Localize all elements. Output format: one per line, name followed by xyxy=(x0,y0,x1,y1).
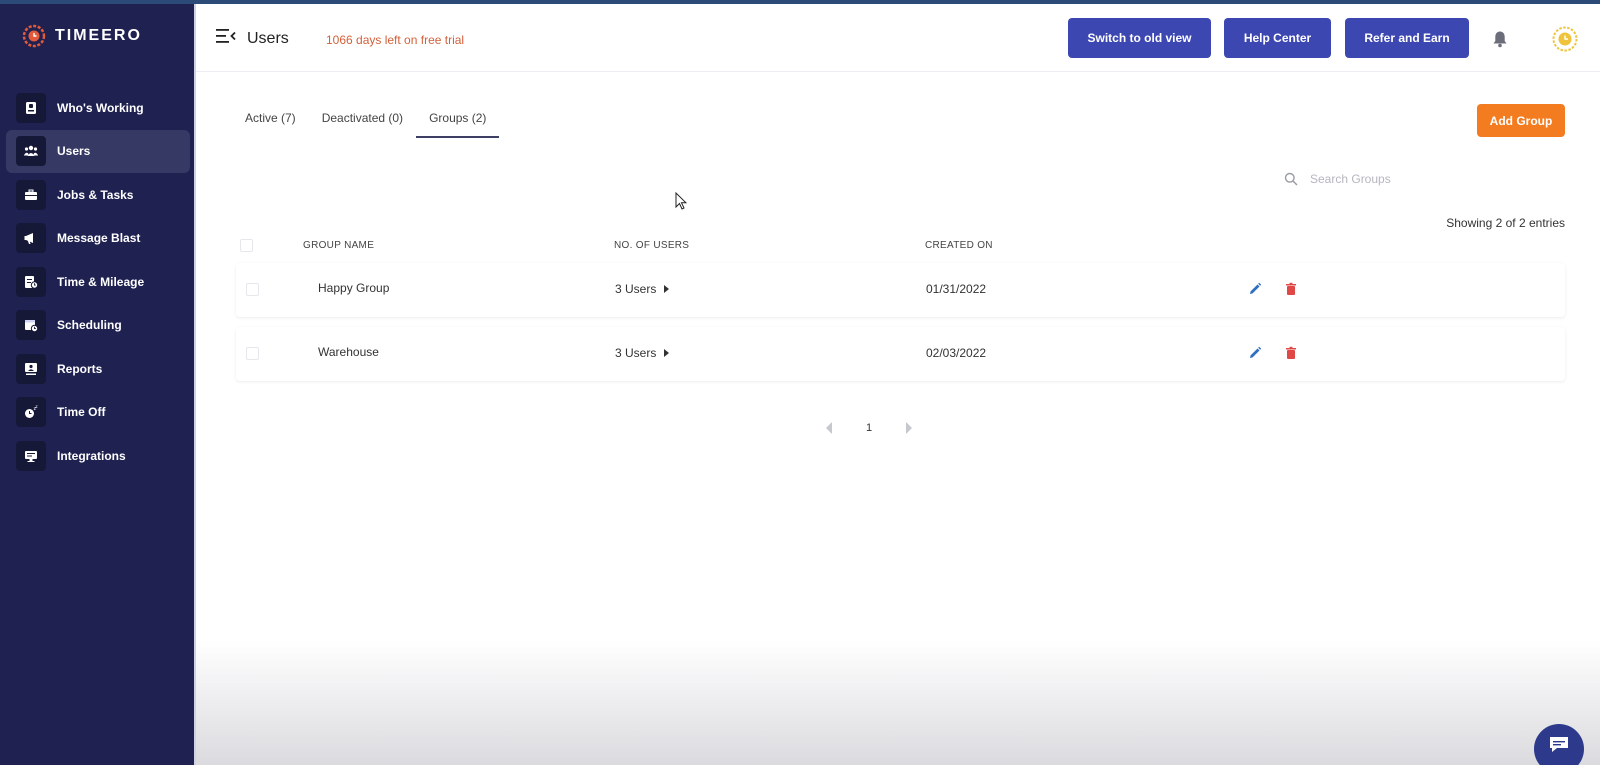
caret-right-icon xyxy=(664,349,670,357)
brand[interactable]: TIMEERO xyxy=(22,24,142,48)
sidebar-item-label: Who's Working xyxy=(57,100,144,115)
users-count-text: 3 Users xyxy=(615,282,657,296)
row-checkbox[interactable] xyxy=(246,347,259,360)
entries-count: Showing 2 of 2 entries xyxy=(1446,216,1565,230)
prev-page-arrow-icon[interactable] xyxy=(826,422,832,434)
table-header: GROUP NAME NO. OF USERS CREATED ON xyxy=(236,232,1565,260)
column-header-group-name: GROUP NAME xyxy=(303,240,375,251)
sidebar-item-whos-working[interactable]: Who's Working xyxy=(6,86,190,129)
edit-pencil-icon[interactable] xyxy=(1248,282,1262,296)
monitor-icon xyxy=(16,440,46,471)
main-content: Active (7) Deactivated (0) Groups (2) Ad… xyxy=(196,72,1600,765)
edit-pencil-icon[interactable] xyxy=(1248,346,1262,360)
search-input[interactable] xyxy=(1310,172,1530,186)
sidebar-item-label: Jobs & Tasks xyxy=(57,187,134,202)
trial-notice: 1066 days left on free trial xyxy=(326,33,465,47)
delete-trash-icon[interactable] xyxy=(1284,346,1298,360)
user-avatar-icon[interactable] xyxy=(1552,26,1578,52)
sidebar-item-label: Message Blast xyxy=(57,231,141,245)
delete-trash-icon[interactable] xyxy=(1284,282,1298,296)
users-count-link[interactable]: 3 Users xyxy=(615,282,670,296)
switch-old-view-button[interactable]: Switch to old view xyxy=(1068,18,1211,58)
timeero-logo-icon xyxy=(22,24,46,48)
report-icon xyxy=(16,353,46,384)
page-number[interactable]: 1 xyxy=(866,422,872,434)
brand-name: TIMEERO xyxy=(55,27,142,44)
tab-groups[interactable]: Groups (2) xyxy=(416,110,500,138)
sidebar-item-integrations[interactable]: Integrations xyxy=(6,434,190,477)
sidebar-item-scheduling[interactable]: Scheduling xyxy=(6,304,190,347)
group-name: Happy Group xyxy=(318,281,390,295)
briefcase-icon xyxy=(16,179,46,210)
sidebar-item-label: Reports xyxy=(57,361,103,376)
users-count-text: 3 Users xyxy=(615,346,657,360)
sidebar: TIMEERO Who's Working Users Jobs & Tasks… xyxy=(0,4,196,765)
timesheet-icon xyxy=(16,266,46,297)
pagination: 1 xyxy=(826,422,913,434)
sidebar-item-label: Integrations xyxy=(57,448,126,463)
help-center-button[interactable]: Help Center xyxy=(1224,18,1331,58)
sidebar-item-message-blast[interactable]: Message Blast xyxy=(6,217,190,260)
sidebar-nav: Who's Working Users Jobs & Tasks Message… xyxy=(6,86,190,478)
column-header-created-on: CREATED ON xyxy=(925,240,993,251)
svg-text:z: z xyxy=(36,404,38,409)
column-header-users: NO. OF USERS xyxy=(614,240,690,251)
search-bar xyxy=(1284,166,1564,192)
user-tabs: Active (7) Deactivated (0) Groups (2) xyxy=(232,110,500,138)
add-group-button[interactable]: Add Group xyxy=(1477,104,1565,137)
users-icon xyxy=(16,136,46,166)
sidebar-item-label: Users xyxy=(57,144,91,158)
notification-bell-icon[interactable] xyxy=(1492,30,1508,48)
top-header: Users 1066 days left on free trial Switc… xyxy=(196,4,1600,72)
sidebar-item-time-mileage[interactable]: Time & Mileage xyxy=(6,260,190,303)
megaphone-icon xyxy=(16,223,46,253)
row-checkbox[interactable] xyxy=(246,283,259,296)
chat-bubble-icon xyxy=(1550,737,1568,752)
sidebar-item-jobs-tasks[interactable]: Jobs & Tasks xyxy=(6,173,190,216)
sidebar-item-time-off[interactable]: zz Time Off xyxy=(6,391,190,434)
created-date: 02/03/2022 xyxy=(926,346,987,360)
sidebar-item-label: Scheduling xyxy=(57,318,122,332)
sidebar-item-users[interactable]: Users xyxy=(6,129,190,173)
id-badge-icon xyxy=(16,92,46,123)
refer-and-earn-button[interactable]: Refer and Earn xyxy=(1345,18,1469,58)
time-off-icon: zz xyxy=(16,397,46,427)
table-row[interactable]: Warehouse 3 Users 02/03/2022 xyxy=(236,327,1565,381)
search-icon xyxy=(1284,172,1298,186)
group-name: Warehouse xyxy=(318,345,379,359)
next-page-arrow-icon[interactable] xyxy=(906,422,913,434)
created-date: 01/31/2022 xyxy=(926,282,987,296)
select-all-checkbox[interactable] xyxy=(240,239,253,252)
caret-right-icon xyxy=(664,285,670,293)
table-row[interactable]: Happy Group 3 Users 01/31/2022 xyxy=(236,263,1565,317)
sidebar-item-label: Time Off xyxy=(57,405,106,419)
users-count-link[interactable]: 3 Users xyxy=(615,346,670,360)
sidebar-item-label: Time & Mileage xyxy=(57,274,145,289)
sidebar-item-reports[interactable]: Reports xyxy=(6,347,190,390)
tab-deactivated[interactable]: Deactivated (0) xyxy=(309,110,416,138)
menu-collapse-icon[interactable] xyxy=(216,28,236,44)
tab-active[interactable]: Active (7) xyxy=(232,110,309,138)
page-title: Users xyxy=(247,30,289,47)
calendar-clock-icon xyxy=(16,310,46,340)
